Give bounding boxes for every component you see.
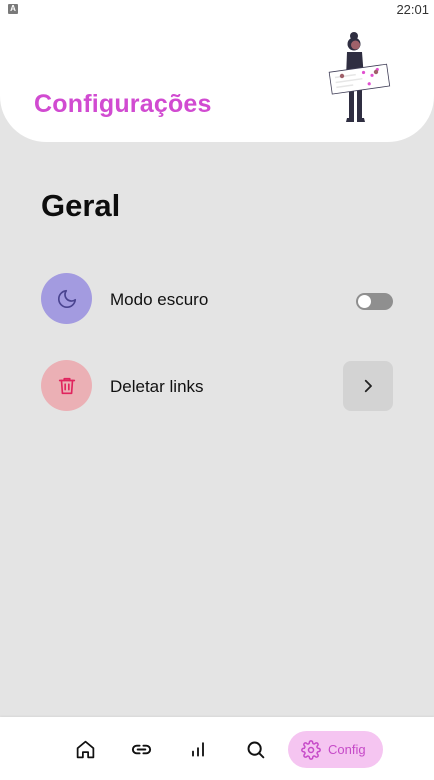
toggle-knob <box>358 295 371 308</box>
delete-links-button[interactable] <box>343 361 393 411</box>
bar-chart-icon <box>192 742 204 757</box>
moon-icon <box>57 289 76 308</box>
trash-icon <box>58 377 75 394</box>
gear-icon <box>301 739 321 760</box>
search-icon <box>247 741 264 758</box>
bottom-nav: Config <box>0 717 434 780</box>
dark-mode-label: Modo escuro <box>110 290 209 309</box>
section-title: Geral <box>41 188 121 223</box>
dark-mode-toggle[interactable] <box>356 293 393 310</box>
dark-mode-setting: Modo escuro <box>41 273 393 325</box>
header: Configurações <box>0 0 434 142</box>
nav-config[interactable]: Config <box>288 731 383 768</box>
status-time: 22:01 <box>396 2 429 17</box>
nav-home[interactable] <box>72 736 98 762</box>
delete-links-label: Deletar links <box>110 377 204 396</box>
nav-links[interactable] <box>128 736 154 762</box>
nav-stats[interactable] <box>185 736 211 762</box>
status-app-icon: A <box>8 4 18 14</box>
dark-mode-icon-circle <box>41 273 92 324</box>
delete-links-icon-circle <box>41 360 92 411</box>
person-illustration <box>328 32 391 122</box>
nav-search[interactable] <box>242 736 268 762</box>
link-icon <box>131 744 151 754</box>
page-title: Configurações <box>34 90 212 118</box>
nav-config-label: Config <box>328 742 366 757</box>
delete-links-setting: Deletar links <box>41 360 393 412</box>
home-icon <box>76 740 94 758</box>
status-bar: A 22:01 <box>0 0 434 20</box>
chevron-right-icon <box>364 379 372 393</box>
